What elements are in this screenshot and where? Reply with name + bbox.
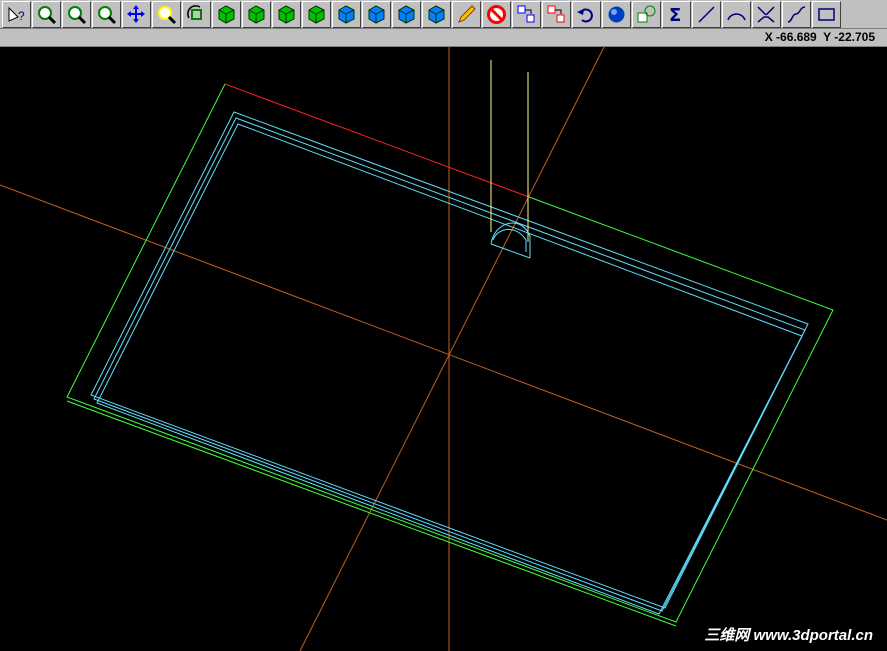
- sphere-icon: [608, 6, 625, 22]
- cube-blue-3-icon: [398, 4, 415, 24]
- line-icon: [698, 5, 715, 23]
- watermark: 三维网 www.3dportal.cn: [704, 627, 873, 644]
- cursor-coordinates: X -66.689 Y -22.705: [764, 30, 875, 44]
- shapes-icon: [637, 5, 656, 22]
- rectangle-icon: [818, 7, 835, 21]
- undo-button[interactable]: [572, 0, 601, 28]
- zoom-out-button[interactable]: [62, 0, 91, 28]
- cube-blue-1-icon: [338, 4, 355, 24]
- cube-iso-button[interactable]: [212, 0, 241, 28]
- toolbar: ? Σ: [0, 0, 887, 29]
- zoom-out-icon: [68, 5, 87, 24]
- line-button[interactable]: [692, 0, 721, 28]
- zoom-extents-button[interactable]: [92, 0, 121, 28]
- fillet-button[interactable]: [752, 0, 781, 28]
- fillet-icon: [757, 5, 775, 23]
- cube-blue-4-button[interactable]: [422, 0, 451, 28]
- svg-text:Σ: Σ: [669, 5, 681, 25]
- shapes-button[interactable]: [632, 0, 661, 28]
- cube-front-button[interactable]: [242, 0, 271, 28]
- zoom-select-button[interactable]: [152, 0, 181, 28]
- pan-button[interactable]: [122, 0, 151, 28]
- arc-icon: [727, 12, 746, 20]
- pencil-icon: [458, 4, 476, 23]
- layer-copy-icon: [547, 5, 565, 22]
- status-bar: X -66.689 Y -22.705: [0, 29, 887, 47]
- select-help-button[interactable]: ?: [2, 0, 31, 28]
- no-entry-button[interactable]: [482, 0, 511, 28]
- cube-top-button[interactable]: [272, 0, 301, 28]
- zoom-window-button[interactable]: [32, 0, 61, 28]
- cube-side-icon: [308, 4, 325, 24]
- undo-icon: [577, 7, 593, 22]
- sphere-button[interactable]: [602, 0, 631, 28]
- cube-front-icon: [248, 4, 265, 24]
- cube-blue-2-button[interactable]: [362, 0, 391, 28]
- select-help-icon: ?: [8, 6, 25, 23]
- viewport-background: [0, 47, 887, 651]
- rectangle-button[interactable]: [812, 0, 841, 28]
- layer-copy-button[interactable]: [542, 0, 571, 28]
- cube-blue-3-button[interactable]: [392, 0, 421, 28]
- spline-button[interactable]: [782, 0, 811, 28]
- rotate-view-button[interactable]: [182, 0, 211, 28]
- layer-move-button[interactable]: [512, 0, 541, 28]
- graphics-viewport[interactable]: [0, 47, 887, 651]
- cube-iso-icon: [218, 4, 235, 24]
- pan-icon: [127, 4, 145, 23]
- svg-text:?: ?: [18, 9, 25, 23]
- zoom-window-icon: [38, 5, 57, 24]
- rotate-view-icon: [187, 4, 202, 20]
- cube-top-icon: [278, 4, 295, 24]
- sigma-icon: Σ: [669, 5, 681, 25]
- sigma-button[interactable]: Σ: [662, 0, 691, 28]
- pencil-button[interactable]: [452, 0, 481, 28]
- cube-side-button[interactable]: [302, 0, 331, 28]
- spline-icon: [787, 5, 806, 23]
- cube-blue-4-icon: [428, 4, 445, 24]
- arc-button[interactable]: [722, 0, 751, 28]
- zoom-select-icon: [158, 5, 177, 24]
- zoom-extents-icon: [98, 5, 117, 24]
- cube-blue-1-button[interactable]: [332, 0, 361, 28]
- layer-move-icon: [517, 5, 535, 22]
- cube-blue-2-icon: [368, 4, 385, 24]
- no-entry-icon: [487, 4, 506, 24]
